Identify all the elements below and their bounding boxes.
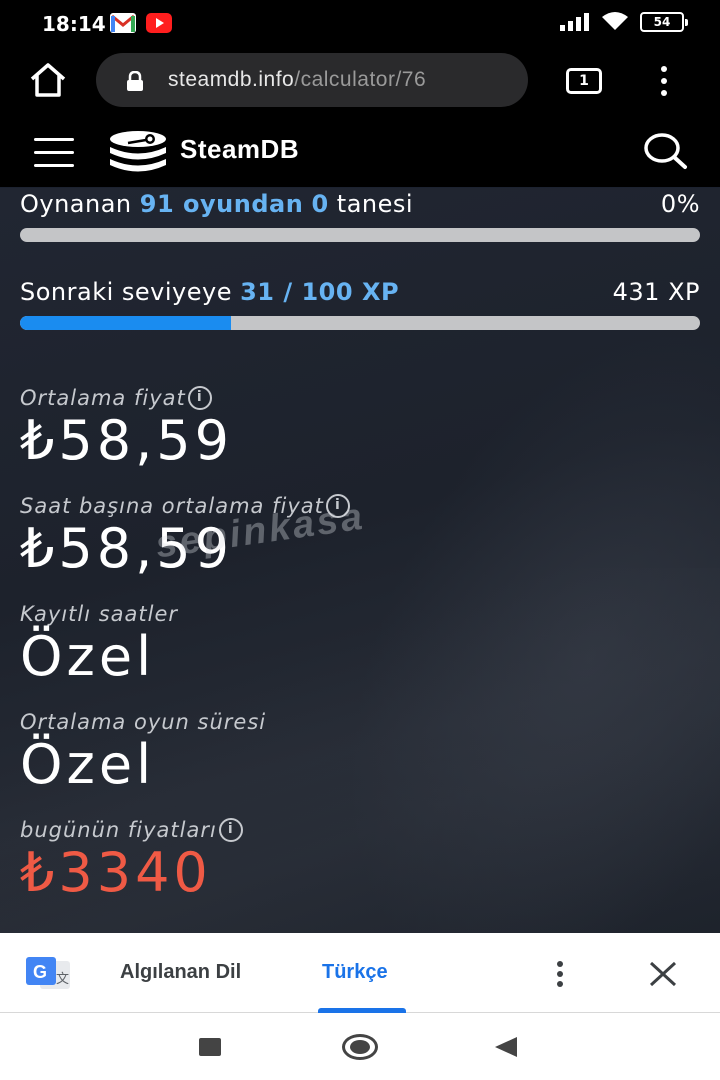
url-bar[interactable]: steamdb.info/calculator/76 [96, 53, 528, 107]
level-progress-bar [20, 316, 700, 330]
tab-switcher-button[interactable]: 1 [566, 68, 602, 94]
navigation-bar [0, 1013, 720, 1080]
status-icons: 54 [560, 12, 688, 32]
lock-icon[interactable] [126, 70, 144, 91]
info-icon[interactable]: i [187, 386, 212, 410]
level-xp: 31 / 100 XP [240, 278, 400, 306]
site-header: SteamDB [0, 114, 720, 188]
hamburger-menu-icon[interactable] [34, 138, 74, 168]
steamdb-logo-icon[interactable] [106, 130, 170, 176]
stat-label: bugünün fiyatları [20, 818, 217, 842]
info-icon[interactable]: i [218, 818, 243, 842]
home-icon[interactable] [28, 62, 68, 98]
url-text[interactable]: steamdb.info/calculator/76 [168, 68, 510, 92]
status-bar: 18:14 54 [0, 0, 720, 48]
status-time: 18:14 [42, 12, 106, 36]
stat-recorded-hours: Kayıtlı saatler Özel [20, 602, 178, 686]
calculator-content: Oynanan 91 oyundan 0 tanesi 0% Sonraki s… [0, 188, 720, 933]
battery-icon: 54 [640, 12, 688, 32]
search-icon[interactable] [640, 132, 690, 172]
signal-icon [560, 13, 589, 31]
url-domain: steamdb.info [168, 68, 295, 91]
close-icon[interactable] [646, 957, 680, 991]
played-total: 91 oyundan [139, 190, 304, 218]
played-count: 0 [311, 190, 329, 218]
wifi-icon [602, 12, 628, 30]
translate-bar: G 文 Algılanan Dil Türkçe [0, 933, 720, 1013]
svg-text:文: 文 [56, 972, 69, 987]
home-nav-icon[interactable] [342, 1034, 378, 1060]
browser-toolbar: steamdb.info/calculator/76 1 [0, 48, 720, 114]
stat-average-playtime: Ortalama oyun süresi Özel [20, 710, 266, 794]
recent-apps-icon[interactable] [199, 1038, 221, 1056]
stat-value: ₺3340 [20, 841, 212, 904]
google-translate-icon[interactable]: G 文 [24, 955, 72, 991]
played-progress-bar [20, 228, 700, 242]
stat-label: Ortalama fiyat [20, 386, 186, 410]
site-title[interactable]: SteamDB [180, 134, 299, 165]
total-xp: 431 XP [612, 278, 700, 306]
browser-menu-icon[interactable] [646, 64, 682, 98]
played-percent: 0% [660, 190, 700, 218]
detected-language-tab[interactable]: Algılanan Dil [120, 961, 241, 984]
turkish-language-tab[interactable]: Türkçe [322, 961, 388, 984]
stat-average-price: Ortalama fiyat i ₺58,59 [20, 386, 233, 470]
stat-todays-prices: bugünün fiyatları i ₺3340 [20, 818, 243, 902]
youtube-icon [146, 13, 172, 33]
stat-value: ₺58,59 [20, 409, 233, 472]
level-prefix: Sonraki seviyeye [20, 278, 241, 306]
stat-value: Özel [20, 733, 156, 796]
url-path: /calculator/76 [294, 68, 427, 91]
svg-text:G: G [33, 962, 47, 982]
gmail-icon [110, 13, 136, 33]
level-progress-fill [20, 316, 231, 330]
played-prefix: Oynanan [20, 190, 140, 218]
battery-level: 54 [653, 15, 671, 29]
back-icon[interactable] [495, 1037, 517, 1057]
translate-menu-icon[interactable] [544, 957, 576, 991]
stat-label: Kayıtlı saatler [20, 602, 179, 626]
stat-value: Özel [20, 625, 156, 688]
played-suffix: tanesi [328, 190, 414, 218]
stat-label: Ortalama oyun süresi [20, 710, 267, 734]
